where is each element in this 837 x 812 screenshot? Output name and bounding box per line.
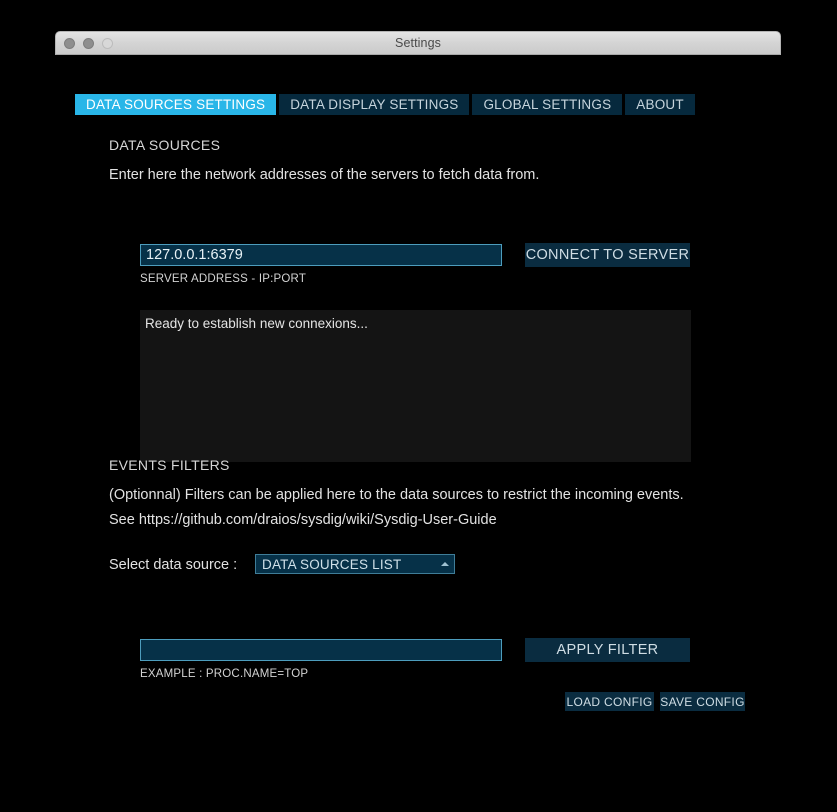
tab-data-display-settings[interactable]: DATA DISPLAY SETTINGS	[279, 94, 470, 115]
data-sources-list-dropdown[interactable]: DATA SOURCES LIST	[255, 554, 455, 574]
window-titlebar: Settings	[55, 31, 781, 55]
data-sources-heading: DATA SOURCES	[109, 137, 221, 153]
filter-input-hint: EXAMPLE : PROC.NAME=TOP	[140, 668, 309, 680]
window-controls	[64, 32, 113, 54]
server-address-hint: SERVER ADDRESS - IP:PORT	[140, 273, 307, 285]
events-filters-description-line2: See https://github.com/draios/sysdig/wik…	[109, 512, 497, 528]
load-config-button[interactable]: LOAD CONFIG	[565, 692, 654, 711]
data-sources-list-value: DATA SOURCES LIST	[262, 556, 402, 572]
filter-input[interactable]	[140, 639, 502, 661]
tab-global-settings[interactable]: GLOBAL SETTINGS	[472, 94, 623, 115]
close-button[interactable]	[64, 37, 75, 49]
settings-window: Settings DATA SOURCES SETTINGS DATA DISP…	[55, 31, 781, 741]
server-address-input[interactable]	[140, 244, 502, 266]
zoom-button[interactable]	[102, 37, 113, 49]
data-sources-description: Enter here the network addresses of the …	[109, 167, 540, 183]
data-source-select-label: Select data source :	[109, 557, 238, 573]
window-title: Settings	[395, 36, 441, 50]
events-filters-heading: EVENTS FILTERS	[109, 457, 230, 473]
settings-tabbar: DATA SOURCES SETTINGS DATA DISPLAY SETTI…	[75, 94, 695, 115]
events-filters-description-line1: (Optionnal) Filters can be applied here …	[109, 487, 684, 503]
triangle-up-icon	[441, 562, 449, 566]
window-content: DATA SOURCES SETTINGS DATA DISPLAY SETTI…	[55, 55, 781, 741]
minimize-button[interactable]	[83, 37, 94, 49]
apply-filter-button[interactable]: APPLY FILTER	[525, 638, 690, 662]
tab-data-sources-settings[interactable]: DATA SOURCES SETTINGS	[75, 94, 277, 115]
save-config-button[interactable]: SAVE CONFIG	[660, 692, 745, 711]
connect-to-server-button[interactable]: CONNECT TO SERVER	[525, 243, 690, 267]
connection-log[interactable]: Ready to establish new connexions...	[140, 310, 691, 462]
tab-about[interactable]: ABOUT	[625, 94, 695, 115]
